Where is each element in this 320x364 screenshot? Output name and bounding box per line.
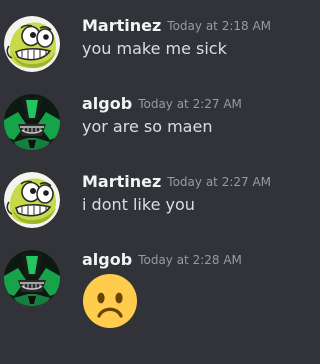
green-alien-omnitrix-icon xyxy=(4,94,60,150)
green-alien-omnitrix-icon xyxy=(4,250,60,306)
avatar[interactable] xyxy=(4,250,60,306)
message-text: i dont like you xyxy=(82,195,195,214)
chat-messages: Martinez Today at 2:18 AM you make me sic… xyxy=(0,0,299,364)
username[interactable]: Martinez xyxy=(82,16,161,35)
frowning-face-emoji xyxy=(82,273,138,329)
timestamp: Today at 2:27 AM xyxy=(138,97,242,111)
timestamp: Today at 2:28 AM xyxy=(138,253,242,267)
avatar[interactable] xyxy=(4,94,60,150)
message-header: algob Today at 2:27 AM xyxy=(82,94,242,114)
message-text: you make me sick xyxy=(82,39,227,58)
username[interactable]: algob xyxy=(82,250,132,269)
message-header: algob Today at 2:28 AM xyxy=(82,250,242,270)
username[interactable]: Martinez xyxy=(82,172,161,191)
avatar[interactable] xyxy=(4,16,60,72)
avatar[interactable] xyxy=(4,172,60,228)
username[interactable]: algob xyxy=(82,94,132,113)
frowning-face-emoji-icon xyxy=(82,273,138,329)
message-header: Martinez Today at 2:27 AM xyxy=(82,172,271,192)
green-cartoon-face-icon xyxy=(4,172,60,228)
message-header: Martinez Today at 2:18 AM xyxy=(82,16,271,36)
message-text: yor are so maen xyxy=(82,117,213,136)
green-cartoon-face-icon xyxy=(4,16,60,72)
timestamp: Today at 2:18 AM xyxy=(167,19,272,33)
timestamp: Today at 2:27 AM xyxy=(167,175,272,189)
